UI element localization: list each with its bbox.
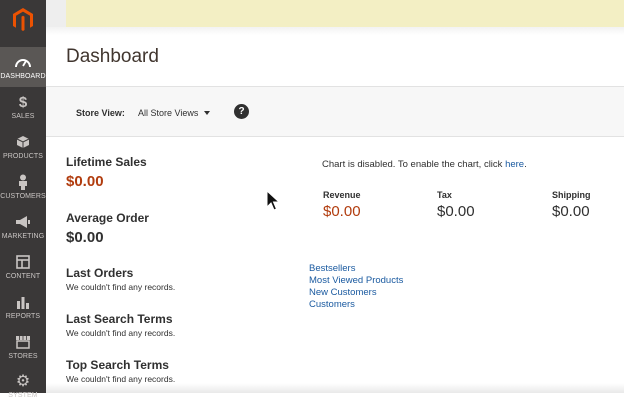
average-order-value: $0.00	[66, 229, 104, 246]
sidebar-item-label: STORES	[8, 353, 38, 360]
dashboard-icon	[15, 54, 31, 70]
top-search-terms-label: Top Search Terms	[66, 358, 169, 372]
page-title: Dashboard	[66, 46, 159, 67]
box-icon	[15, 134, 31, 150]
shipping-label: Shipping	[552, 190, 591, 200]
sidebar-item-marketing[interactable]: MARKETING	[0, 207, 46, 247]
revenue-label: Revenue	[323, 190, 361, 200]
lifetime-sales-label: Lifetime Sales	[66, 155, 147, 169]
sidebar-item-reports[interactable]: REPORTS	[0, 287, 46, 327]
magento-logo[interactable]	[0, 0, 46, 40]
last-orders-empty: We couldn't find any records.	[66, 282, 176, 292]
sidebar-item-customers[interactable]: CUSTOMERS	[0, 167, 46, 207]
chart-notice-suffix: .	[524, 159, 527, 170]
sidebar-item-label: SYSTEM	[8, 392, 38, 399]
mouse-pointer-icon	[266, 189, 281, 217]
sidebar-item-label: PRODUCTS	[2, 153, 44, 160]
layout-icon	[15, 254, 31, 270]
shipping-value: $0.00	[552, 203, 590, 220]
tax-label: Tax	[437, 190, 452, 200]
tab-new-customers[interactable]: New Customers	[309, 287, 403, 299]
sidebar-item-label: MARKETING	[1, 233, 45, 240]
bar-chart-icon	[15, 294, 31, 310]
dollar-icon: $	[18, 93, 28, 111]
tab-customers[interactable]: Customers	[309, 299, 403, 311]
store-icon	[15, 334, 31, 350]
header-shadow	[46, 27, 624, 35]
tab-bestsellers[interactable]: Bestsellers	[309, 263, 403, 275]
last-search-terms-label: Last Search Terms	[66, 312, 173, 326]
chevron-down-icon	[204, 111, 211, 115]
sidebar-item-label: CONTENT	[5, 273, 41, 280]
sidebar-item-system[interactable]: ⚙ SYSTEM	[0, 366, 46, 406]
sidebar-item-label: DASHBOARD	[0, 73, 46, 80]
tab-most-viewed-products[interactable]: Most Viewed Products	[309, 275, 403, 287]
store-view-value: All Store Views	[138, 108, 199, 118]
last-orders-label: Last Orders	[66, 266, 134, 280]
sidebar-item-sales[interactable]: $ SALES	[0, 87, 46, 127]
tax-value: $0.00	[437, 203, 475, 220]
notice-bar-edge	[46, 0, 66, 27]
system-message-bar	[46, 0, 624, 27]
dashboard-grid-tabs: Bestsellers Most Viewed Products New Cus…	[309, 263, 403, 311]
admin-sidebar: DASHBOARD $ SALES PRODUCTS CUSTOMERS MAR…	[0, 0, 46, 399]
chart-disabled-notice: Chart is disabled. To enable the chart, …	[322, 159, 527, 170]
chart-notice-text: Chart is disabled. To enable the chart, …	[322, 159, 506, 170]
enable-chart-link[interactable]: here	[505, 159, 524, 170]
store-view-bar: Store View: All Store Views ?	[46, 86, 624, 137]
sidebar-item-stores[interactable]: STORES	[0, 327, 46, 367]
sidebar-item-label: CUSTOMERS	[0, 193, 46, 200]
help-icon[interactable]: ?	[234, 104, 249, 119]
megaphone-icon	[15, 214, 31, 230]
person-icon	[15, 174, 31, 190]
sidebar-item-dashboard[interactable]: DASHBOARD	[0, 47, 46, 87]
gear-icon: ⚙	[15, 373, 31, 390]
lifetime-sales-value: $0.00	[66, 173, 104, 190]
sidebar-item-products[interactable]: PRODUCTS	[0, 127, 46, 167]
bottom-shadow	[46, 383, 624, 393]
store-view-label: Store View:	[76, 108, 125, 118]
average-order-label: Average Order	[66, 211, 149, 225]
revenue-value: $0.00	[323, 203, 361, 220]
sidebar-item-label: SALES	[11, 113, 35, 120]
last-search-terms-empty: We couldn't find any records.	[66, 328, 176, 338]
store-view-dropdown[interactable]: All Store Views	[138, 108, 211, 118]
sidebar-item-label: REPORTS	[5, 313, 41, 320]
sidebar-item-content[interactable]: CONTENT	[0, 247, 46, 287]
